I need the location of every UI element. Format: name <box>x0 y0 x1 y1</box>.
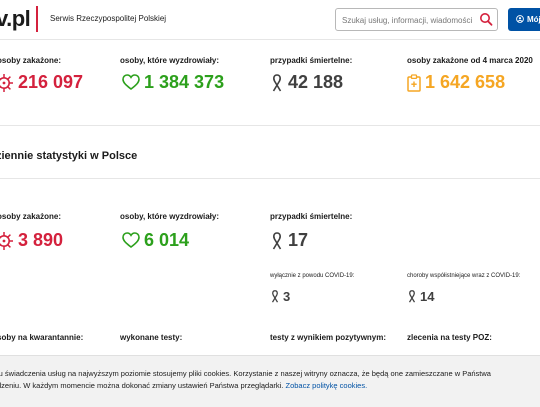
cookie-text-line-2: dzeniu. W każdym momencie można dokonać … <box>0 381 284 390</box>
daily-infected-label: osoby zakażone: <box>0 212 62 221</box>
section-divider <box>0 125 540 126</box>
covid-only-value: 3 <box>270 289 290 304</box>
daily-recovered-label: osoby, które wyzdrowiały: <box>120 212 219 221</box>
user-icon <box>516 15 524 23</box>
ribbon-icon <box>408 290 416 303</box>
search-box[interactable] <box>335 8 498 31</box>
poz-orders-label: zlecenia na testy POZ: <box>407 333 492 342</box>
total-infected-label: osoby zakażone: <box>0 56 62 65</box>
site-header: v.pl Serwis Rzeczypospolitej Polskiej Mó… <box>0 0 540 40</box>
total-recovered-number: 1 384 373 <box>144 72 225 92</box>
quarantine-label: soby na kwarantannie: <box>0 333 84 342</box>
total-recovered-label: osoby, które wyzdrowiały: <box>120 56 219 65</box>
clipboard-icon <box>407 73 421 92</box>
total-deaths-number: 42 188 <box>288 72 344 92</box>
comorbid-value: 14 <box>407 289 434 304</box>
search-icon[interactable] <box>479 12 493 27</box>
cookie-text: lu świadczenia usług na najwyższym pozio… <box>0 368 540 392</box>
comorbid-label: choroby współistniejące wraz z COVID-19: <box>407 273 521 279</box>
tests-label: wykonane testy: <box>120 333 183 342</box>
cookie-policy-link[interactable]: Zobacz politykę cookies. <box>285 381 367 390</box>
daily-recovered-value: 6 014 <box>122 230 189 251</box>
heart-icon <box>122 232 140 249</box>
total-recovered-value: 1 384 373 <box>122 72 224 93</box>
cookie-text-line-1: lu świadczenia usług na najwyższym pozio… <box>0 369 491 378</box>
section-divider <box>0 178 540 179</box>
since-march-number: 1 642 658 <box>425 72 506 92</box>
virus-icon <box>0 231 13 250</box>
positive-tests-label: testy z wynikiem pozytywnym: <box>270 333 387 342</box>
daily-infected-value: 3 890 <box>0 230 63 251</box>
covid-only-number: 3 <box>283 289 291 304</box>
ribbon-icon <box>272 231 282 249</box>
daily-deaths-number: 17 <box>288 230 309 250</box>
daily-recovered-number: 6 014 <box>144 230 190 250</box>
total-infected-number: 216 097 <box>18 72 84 92</box>
service-name: Serwis Rzeczypospolitej Polskiej <box>50 14 167 23</box>
total-infected-value: 216 097 <box>0 72 83 93</box>
daily-deaths-label: przypadki śmiertelne: <box>270 212 353 221</box>
account-label: Mój <box>527 15 540 24</box>
daily-deaths-value: 17 <box>270 230 308 251</box>
since-march-label: osoby zakażone od 4 marca 2020 <box>407 56 533 65</box>
heart-icon <box>122 74 140 91</box>
account-button[interactable]: Mój <box>508 8 540 31</box>
total-deaths-value: 42 188 <box>270 72 343 93</box>
covid-only-label: wyłącznie z powodu COVID-19: <box>270 273 355 279</box>
comorbid-number: 14 <box>420 289 435 304</box>
virus-icon <box>0 73 13 92</box>
cookie-banner: lu świadczenia usług na najwyższym pozio… <box>0 355 540 407</box>
logo-divider <box>36 6 38 32</box>
since-march-value: 1 642 658 <box>407 72 505 93</box>
search-input[interactable] <box>342 12 480 28</box>
daily-section-title: ziennie statystyki w Polsce <box>0 150 138 162</box>
daily-infected-number: 3 890 <box>18 230 64 250</box>
ribbon-icon <box>271 290 279 303</box>
total-deaths-label: przypadki śmiertelne: <box>270 56 353 65</box>
ribbon-icon <box>272 73 282 91</box>
site-logo[interactable]: v.pl <box>0 6 31 32</box>
